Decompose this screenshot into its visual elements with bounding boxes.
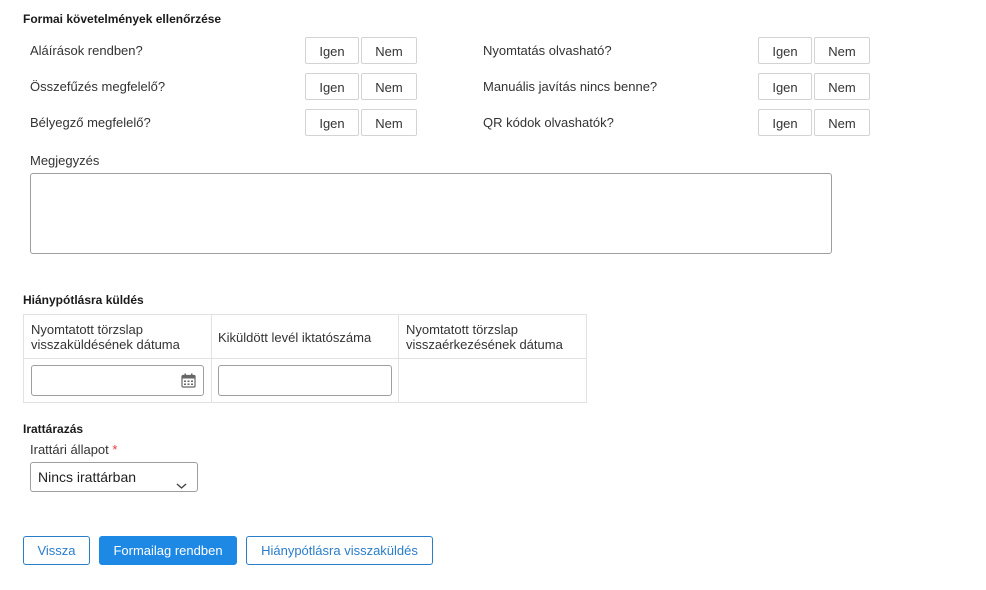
note-label: Megjegyzés bbox=[30, 153, 100, 168]
qr-readable-no-button[interactable]: Nem bbox=[814, 109, 870, 136]
table-divider bbox=[24, 358, 586, 359]
letter-number-input[interactable] bbox=[218, 365, 392, 396]
signatures-yes-button[interactable]: Igen bbox=[305, 37, 359, 64]
question-binding: Összefűzés megfelelő? bbox=[30, 79, 166, 94]
send-date-input[interactable] bbox=[31, 365, 204, 396]
stamp-no-button[interactable]: Nem bbox=[361, 109, 417, 136]
binding-yes-button[interactable]: Igen bbox=[305, 73, 359, 100]
qr-readable-yes-button[interactable]: Igen bbox=[758, 109, 812, 136]
no-manual-fix-yes-button[interactable]: Igen bbox=[758, 73, 812, 100]
send-back-deficiency-button[interactable]: Hiánypótlásra visszaküldés bbox=[246, 536, 433, 565]
archive-status-label: Irattári állapot * bbox=[30, 442, 117, 457]
archive-status-value: Nincs irattárban bbox=[38, 469, 137, 485]
section-title-formal: Formai követelmények ellenőrzése bbox=[23, 12, 222, 26]
formally-ok-button[interactable]: Formailag rendben bbox=[99, 536, 237, 565]
print-readable-yes-button[interactable]: Igen bbox=[758, 37, 812, 64]
no-manual-fix-no-button[interactable]: Nem bbox=[814, 73, 870, 100]
archive-status-label-text: Irattári állapot bbox=[30, 442, 109, 457]
deficiency-table: Nyomtatott törzslap visszaküldésének dát… bbox=[23, 314, 587, 403]
question-no-manual-fix: Manuális javítás nincs benne? bbox=[483, 79, 658, 94]
archive-status-select[interactable]: Nincs irattárban bbox=[30, 462, 198, 492]
column-header-letter-number: Kiküldött levél iktatószáma bbox=[218, 330, 372, 345]
column-header-send-date: Nyomtatott törzslap visszaküldésének dát… bbox=[31, 322, 180, 352]
chevron-down-icon bbox=[176, 472, 187, 489]
column-header-return-date: Nyomtatott törzslap visszaérkezésének dá… bbox=[406, 322, 563, 352]
note-textarea[interactable] bbox=[30, 173, 832, 254]
print-readable-no-button[interactable]: Nem bbox=[814, 37, 870, 64]
section-title-deficiency: Hiánypótlásra küldés bbox=[23, 293, 144, 307]
required-mark: * bbox=[112, 442, 118, 457]
back-button[interactable]: Vissza bbox=[23, 536, 90, 565]
question-print-readable: Nyomtatás olvasható? bbox=[483, 43, 612, 58]
question-stamp: Bélyegző megfelelő? bbox=[30, 115, 151, 130]
stamp-yes-button[interactable]: Igen bbox=[305, 109, 359, 136]
question-signatures: Aláírások rendben? bbox=[30, 43, 143, 58]
section-title-archive: Irattárazás bbox=[23, 422, 84, 436]
calendar-icon[interactable] bbox=[181, 373, 196, 388]
binding-no-button[interactable]: Nem bbox=[361, 73, 417, 100]
question-qr-readable: QR kódok olvashatók? bbox=[483, 115, 614, 130]
signatures-no-button[interactable]: Nem bbox=[361, 37, 417, 64]
